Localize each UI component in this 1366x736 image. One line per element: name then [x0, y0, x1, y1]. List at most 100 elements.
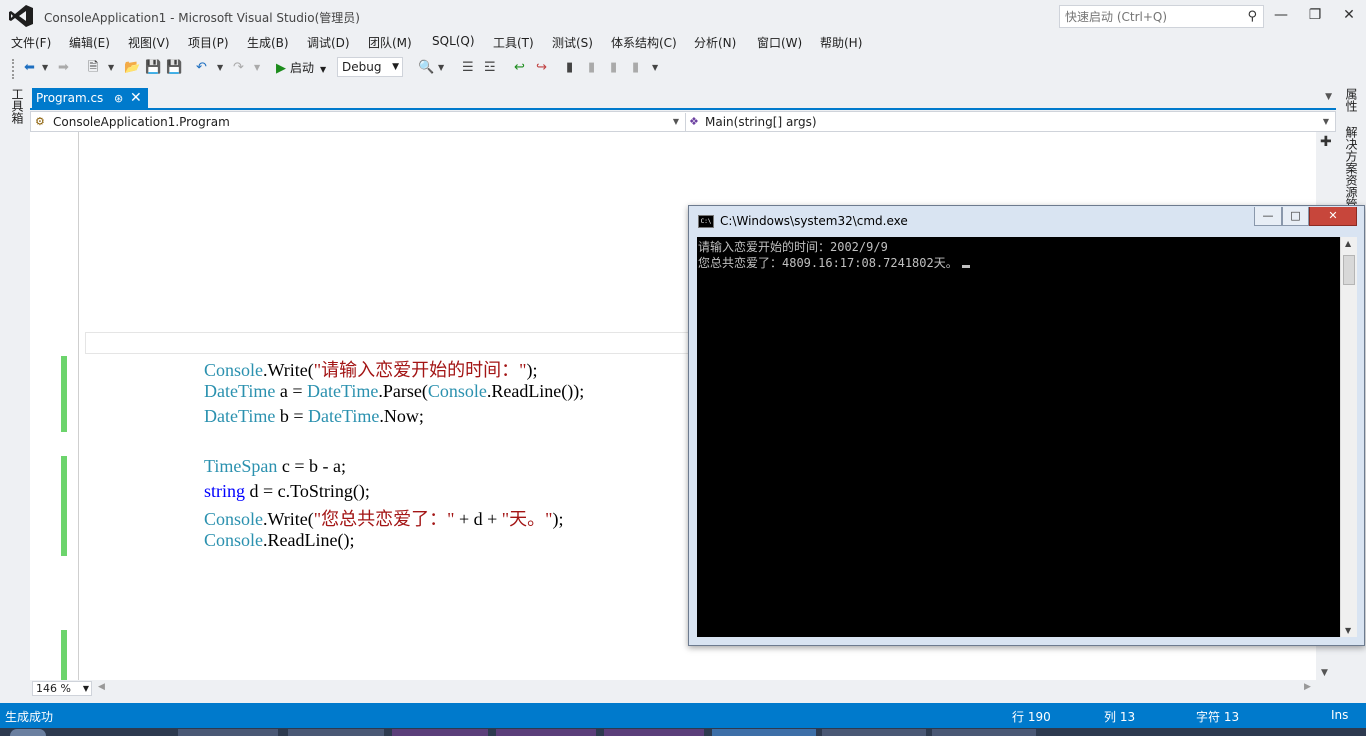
menu-view[interactable]: 视图(V) [126, 34, 172, 51]
split-editor-icon[interactable]: ✚ [1320, 134, 1332, 150]
bookmark-disabled-icon[interactable]: ▮ [588, 58, 595, 78]
pin-icon[interactable]: ⊛ [114, 88, 123, 109]
bookmark-clear-icon[interactable]: ▮ [632, 58, 639, 78]
menu-window[interactable]: 窗口(W) [755, 34, 804, 51]
menu-edit[interactable]: 编辑(E) [67, 34, 112, 51]
member-dropdown[interactable]: ❖ Main(string[] args) ▼ [685, 113, 1333, 131]
menu-team[interactable]: 团队(M) [366, 34, 414, 51]
navigate-forward-icon[interactable]: ➡ [58, 58, 69, 78]
scroll-right-icon[interactable]: ▶ [1304, 682, 1311, 692]
chevron-down-icon[interactable]: ▼ [42, 58, 48, 78]
status-column: 列 13 [1104, 710, 1136, 724]
console-maximize-button[interactable]: □ [1282, 207, 1309, 226]
close-window-button[interactable]: ✕ [1332, 4, 1366, 26]
console-scrollbar[interactable]: ▲ ▼ [1340, 237, 1357, 637]
start-label: 启动 [290, 61, 315, 75]
uncomment-icon[interactable]: ☲ [484, 58, 496, 78]
comment-out-icon[interactable]: ☰ [462, 58, 474, 78]
visual-studio-logo-icon [9, 5, 33, 27]
chevron-down-icon[interactable]: ▼ [1325, 92, 1332, 102]
chevron-down-icon: ▼ [320, 65, 327, 74]
left-dock-strip: 工具箱 [0, 82, 30, 702]
save-icon[interactable]: 💾 [145, 58, 161, 78]
type-dropdown[interactable]: ⚙ ConsoleApplication1.Program ▼ [33, 113, 683, 131]
scroll-up-icon[interactable]: ▲ [1345, 239, 1351, 248]
chevron-down-icon[interactable]: ▼ [254, 58, 260, 78]
code-line[interactable]: Console.Write("请输入恋爱开始的时间："); [204, 356, 537, 381]
chevron-down-icon[interactable]: ▼ [217, 58, 223, 78]
find-in-files-icon[interactable]: 🔍 [418, 58, 434, 78]
minimize-button[interactable]: — [1264, 4, 1298, 26]
menu-build[interactable]: 生成(B) [245, 34, 291, 51]
console-minimize-button[interactable]: — [1254, 207, 1282, 226]
restore-button[interactable]: ❐ [1298, 4, 1332, 26]
class-icon: ⚙ [35, 115, 45, 128]
quick-launch-box[interactable]: ⚲ [1059, 5, 1264, 28]
text-cursor [961, 265, 970, 268]
code-line[interactable]: TimeSpan c = b - a; [204, 456, 346, 481]
start-debugging-button[interactable]: ▶ 启动 ▼ [276, 58, 326, 78]
search-icon[interactable]: ⚲ [1247, 9, 1257, 24]
chevron-down-icon: ▼ [1322, 117, 1329, 126]
tab-program-cs[interactable]: Program.cs ⊛ ✕ [32, 88, 148, 110]
code-line[interactable]: Console.Write("您总共恋爱了：" + d + "天。"); [204, 505, 563, 530]
quick-launch-input[interactable] [1060, 6, 1230, 27]
menu-file[interactable]: 文件(F) [9, 34, 53, 51]
status-line: 行 190 [1012, 710, 1051, 724]
new-project-icon[interactable]: 🗎 [88, 58, 98, 78]
scroll-thumb[interactable] [1343, 255, 1355, 285]
taskbar-button[interactable] [822, 729, 926, 736]
chevron-down-icon[interactable]: ▼ [438, 58, 444, 78]
toolbox-tab[interactable]: 工具箱 [9, 88, 26, 124]
navigate-back-icon[interactable]: ⬅ [24, 58, 35, 78]
scroll-down-icon[interactable]: ▼ [1321, 668, 1328, 678]
close-icon[interactable]: ✕ [130, 88, 142, 109]
taskbar-button[interactable] [178, 729, 278, 736]
chevron-down-icon[interactable]: ▼ [652, 58, 658, 78]
editor-horizontal-scrollbar[interactable]: 146 % ▼ ◀ ▶ [30, 680, 1336, 698]
bookmark-disabled-icon[interactable]: ▮ [610, 58, 617, 78]
taskbar-button[interactable] [392, 729, 488, 736]
bookmark-next-icon[interactable]: ↪ [536, 58, 547, 78]
menu-analyze[interactable]: 分析(N) [692, 34, 738, 51]
taskbar-button[interactable] [712, 729, 816, 736]
code-line[interactable]: DateTime b = DateTime.Now; [204, 406, 424, 431]
menu-project[interactable]: 项目(P) [186, 34, 231, 51]
menu-help[interactable]: 帮助(H) [818, 34, 864, 51]
bookmark-prev-icon[interactable]: ↩ [514, 58, 525, 78]
taskbar-button[interactable] [496, 729, 596, 736]
editor-margin [78, 132, 79, 680]
code-line[interactable]: DateTime a = DateTime.Parse(Console.Read… [204, 381, 584, 406]
taskbar-button[interactable] [604, 729, 704, 736]
console-title: C:\Windows\system32\cmd.exe [720, 214, 908, 228]
console-output[interactable]: 请输入恋爱开始的时间：2002/9/9 您总共恋爱了：4809.16:17:08… [697, 237, 1340, 637]
zoom-select[interactable]: 146 % ▼ [32, 681, 92, 696]
scroll-down-icon[interactable]: ▼ [1345, 626, 1351, 635]
console-window[interactable]: C:\ C:\Windows\system32\cmd.exe — □ ✕ 请输… [688, 205, 1365, 646]
chevron-down-icon[interactable]: ▼ [108, 58, 114, 78]
code-line[interactable]: Console.ReadLine(); [204, 530, 354, 555]
redo-icon[interactable]: ↷ [233, 58, 244, 78]
menu-sql[interactable]: SQL(Q) [430, 34, 477, 48]
scroll-left-icon[interactable]: ◀ [98, 682, 105, 692]
taskbar-button[interactable] [932, 729, 1036, 736]
open-file-icon[interactable]: 📂 [124, 58, 140, 78]
menu-architecture[interactable]: 体系结构(C) [609, 34, 679, 51]
chevron-down-icon: ▼ [82, 684, 89, 693]
start-orb-icon[interactable] [10, 729, 46, 736]
bookmark-icon[interactable]: ▮ [566, 58, 573, 78]
window-title: ConsoleApplication1 - Microsoft Visual S… [44, 11, 360, 25]
toolbar-grip[interactable] [12, 59, 16, 79]
menu-tools[interactable]: 工具(T) [491, 34, 536, 51]
menu-debug[interactable]: 调试(D) [305, 34, 352, 51]
menu-test[interactable]: 测试(S) [550, 34, 595, 51]
console-close-button[interactable]: ✕ [1309, 207, 1357, 226]
properties-tab[interactable]: 属性 [1343, 88, 1360, 112]
undo-icon[interactable]: ↶ [196, 58, 207, 78]
save-all-icon[interactable]: 💾 [166, 58, 182, 78]
config-value: Debug [342, 60, 382, 74]
code-line[interactable]: string d = c.ToString(); [204, 481, 370, 506]
status-insert-mode: Ins [1331, 708, 1349, 722]
solution-config-select[interactable]: Debug ▼ [337, 57, 403, 77]
taskbar-button[interactable] [288, 729, 384, 736]
